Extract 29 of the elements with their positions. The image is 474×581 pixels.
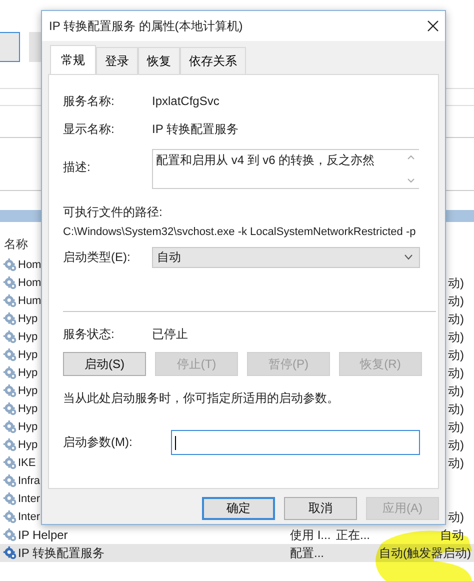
table-cell: 动) [448,382,464,400]
table-cell: 动) [448,454,464,472]
field-label: 服务名称: [63,92,116,110]
table-cell: 动) [448,346,464,364]
table-cell: 动) [448,508,464,526]
table-cell: 正在... [336,526,370,544]
field-label: 服务状态: [63,326,116,342]
field-label: 启动参数(M): [63,434,134,451]
window-title: IP 转换配置服务 的属性(本地计算机) [49,18,243,34]
table-cell: 配置... [290,544,324,562]
field-label: 显示名称: [63,120,116,138]
description-text: 配置和启用从 v4 到 v6 的转换，反之亦然 [156,152,375,169]
field-value: 已停止 [152,326,188,342]
table-cell: 动) [448,436,464,454]
field-label: 可执行文件的路径: [63,204,164,221]
field-label: 描述: [63,159,92,176]
table-cell: 动) [448,328,464,346]
field-value: IP 转换配置服务 [152,120,238,138]
table-cell: 动) [448,310,464,328]
table-cell: 动) [448,274,464,292]
hint-text: 当从此处启动服务时，你可指定所适用的启动参数。 [63,390,340,407]
table-cell: 使用 I... [290,526,331,544]
field-value: IpxlatCfgSvc [152,94,220,108]
path-text: C:\Windows\System32\svchost.exe -k LocalSystemNetworkRestricted -p [63,226,416,238]
field-label: 启动类型(E): [63,248,132,266]
table-cell: 动) [448,364,464,382]
table-cell: 动) [448,418,464,436]
table-cell: 动) [448,400,464,418]
table-cell: 动) [448,292,464,310]
